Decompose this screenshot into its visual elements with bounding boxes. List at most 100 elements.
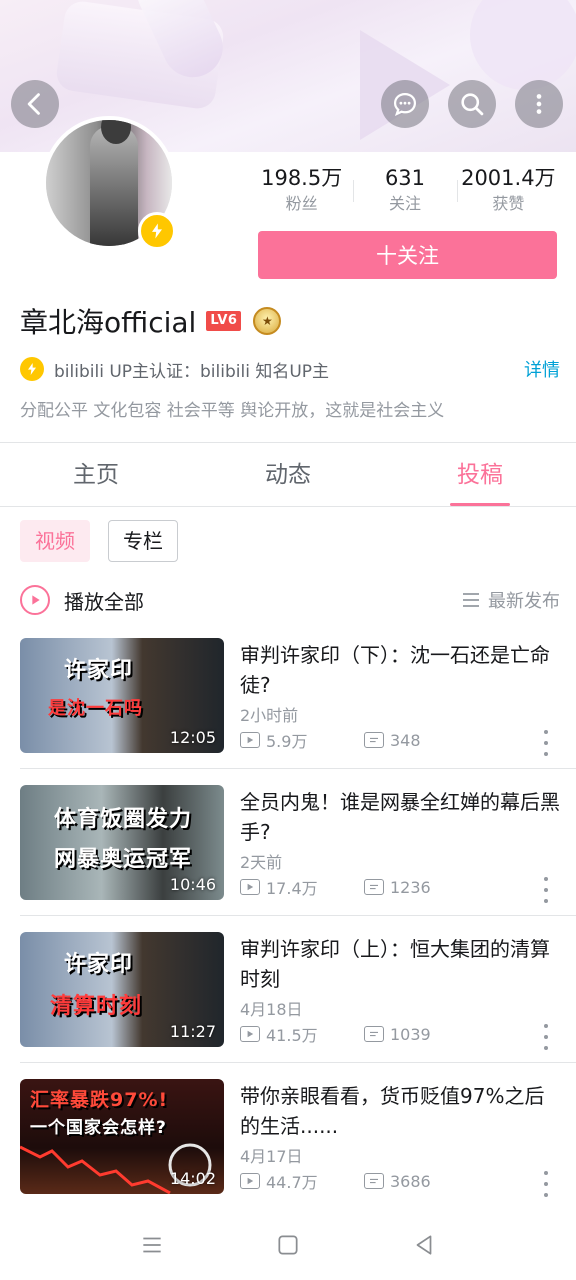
video-title[interactable]: 审判许家印（上）：恒大集团的清算时刻	[240, 934, 560, 994]
tab-dynamics[interactable]: 动态	[192, 444, 384, 506]
video-thumbnail[interactable]: 许家印 清算时刻 11:27	[20, 932, 224, 1047]
profile-tabs: 主页 动态 投稿	[0, 444, 576, 506]
stat-following[interactable]: 631 关注	[353, 164, 456, 220]
danmaku-count: 348	[390, 730, 421, 750]
thumbnail-caption: 是沈一石吗	[48, 698, 143, 719]
video-duration: 14:02	[169, 1169, 216, 1188]
chevron-left-icon	[27, 93, 40, 115]
video-date: 4月18日	[240, 1000, 303, 1019]
stat-likes[interactable]: 2001.4万 获赞	[456, 164, 560, 220]
bio: 分配公平 文化包容 社会平等 舆论开放，这就是社会主义	[20, 401, 445, 421]
list-header: 播放全部 最新发布	[20, 582, 560, 618]
play-all-icon[interactable]	[20, 585, 50, 615]
divider	[0, 506, 576, 507]
more-vertical-icon[interactable]	[536, 1171, 556, 1197]
search-icon	[461, 93, 484, 116]
video-duration: 10:46	[169, 875, 216, 894]
danmaku-count: 1039	[390, 1024, 431, 1044]
play-all-button[interactable]: 播放全部	[64, 586, 144, 615]
video-item[interactable]: 体育饭圈发力 网暴奥运冠军 10:46 全员内鬼！谁是网暴全红婵的幕后黑手? 2…	[0, 785, 576, 925]
search-button[interactable]	[448, 80, 496, 128]
video-item[interactable]: 许家印 是沈一石吗 12:05 审判许家印（下）：沈一石还是亡命徒? 2小时前 …	[0, 638, 576, 778]
divider	[20, 915, 576, 916]
thumbnail-caption: 体育饭圈发力	[54, 807, 193, 832]
video-meta: 17.4万 1236	[240, 875, 431, 899]
home-square-icon[interactable]	[275, 1232, 301, 1258]
verified-badge-icon	[138, 212, 176, 250]
video-title[interactable]: 全员内鬼！谁是网暴全红婵的幕后黑手?	[240, 787, 560, 847]
video-duration: 12:05	[169, 728, 216, 747]
tab-uploads[interactable]: 投稿	[384, 444, 576, 506]
thumbnail-caption: 一个国家会怎样?	[30, 1118, 167, 1138]
lightning-icon	[20, 357, 44, 381]
video-duration: 11:27	[169, 1022, 216, 1041]
thumbnail-caption: 许家印	[64, 658, 134, 683]
video-item[interactable]: 许家印 清算时刻 11:27 审判许家印（上）：恒大集团的清算时刻 4月18日 …	[0, 932, 576, 1072]
video-thumbnail[interactable]: 体育饭圈发力 网暴奥运冠军 10:46	[20, 785, 224, 900]
video-meta: 5.9万 348	[240, 728, 421, 752]
more-vertical-icon[interactable]	[536, 1024, 556, 1050]
chip-videos[interactable]: 视频	[20, 520, 90, 562]
menu-icon[interactable]	[139, 1232, 165, 1258]
content-type-chips: 视频 专栏	[20, 520, 178, 562]
video-title[interactable]: 审判许家印（下）：沈一石还是亡命徒?	[240, 640, 560, 700]
certification-text: bilibili UP主认证：bilibili 知名UP主	[54, 361, 330, 382]
danmaku-icon	[364, 1026, 384, 1042]
thumbnail-caption: 许家印	[64, 952, 134, 977]
more-button[interactable]	[515, 80, 563, 128]
banner-decoration	[470, 0, 576, 90]
video-title[interactable]: 带你亲眼看看，货币贬值97%之后的生活......	[240, 1081, 560, 1141]
danmaku-icon	[364, 732, 384, 748]
follow-button[interactable]: 十关注	[258, 231, 557, 279]
play-count-icon	[240, 1026, 260, 1042]
details-link[interactable]: 详情	[524, 356, 560, 382]
divider	[20, 768, 576, 769]
play-count-icon	[240, 732, 260, 748]
level-badge: LV6	[206, 311, 242, 331]
stat-value: 198.5万	[261, 166, 343, 190]
video-thumbnail[interactable]: 汇率暴跌97%! 一个国家会怎样? 14:02	[20, 1079, 224, 1194]
thumbnail-caption: 汇率暴跌97%!	[30, 1089, 169, 1111]
video-thumbnail[interactable]: 许家印 是沈一石吗 12:05	[20, 638, 224, 753]
stat-value: 2001.4万	[461, 166, 556, 190]
stat-fans[interactable]: 198.5万 粉丝	[250, 164, 353, 220]
more-vertical-icon[interactable]	[536, 877, 556, 903]
danmaku-count: 3686	[390, 1171, 431, 1191]
back-triangle-icon[interactable]	[411, 1232, 437, 1258]
stat-label: 关注	[388, 194, 421, 213]
message-button[interactable]	[381, 80, 429, 128]
play-count-icon	[240, 879, 260, 895]
video-meta: 44.7万 3686	[240, 1169, 431, 1193]
sort-button[interactable]: 最新发布	[462, 587, 560, 613]
stat-value: 631	[384, 166, 426, 190]
more-vertical-icon[interactable]	[536, 730, 556, 756]
video-item[interactable]: 汇率暴跌97%! 一个国家会怎样? 14:02 带你亲眼看看，货币贬值97%之后…	[0, 1079, 576, 1219]
message-icon	[393, 92, 417, 117]
tab-home[interactable]: 主页	[0, 444, 192, 506]
stat-label: 获赞	[492, 194, 525, 213]
view-count: 17.4万	[266, 879, 318, 898]
video-date: 2天前	[240, 853, 283, 872]
username: 章北海official	[20, 306, 197, 339]
more-vertical-icon	[536, 94, 542, 114]
danmaku-count: 1236	[390, 877, 431, 897]
system-navigation-bar	[0, 1210, 576, 1280]
chip-articles[interactable]: 专栏	[108, 520, 178, 562]
play-count-icon	[240, 1173, 260, 1189]
profile-stats: 198.5万 粉丝 631 关注 2001.4万 获赞	[250, 164, 560, 220]
divider	[0, 442, 576, 443]
stat-label: 粉丝	[285, 194, 318, 213]
view-count: 5.9万	[266, 732, 308, 751]
danmaku-icon	[364, 879, 384, 895]
video-meta: 41.5万 1039	[240, 1022, 431, 1046]
name-row: 章北海official LV6 ★	[20, 300, 282, 342]
thumbnail-caption: 清算时刻	[50, 994, 143, 1019]
certification-row: bilibili UP主认证：bilibili 知名UP主 详情	[20, 354, 560, 384]
divider	[20, 1062, 576, 1063]
video-date: 4月17日	[240, 1147, 303, 1166]
thumbnail-caption: 网暴奥运冠军	[54, 847, 193, 872]
view-count: 41.5万	[266, 1026, 318, 1045]
danmaku-icon	[364, 1173, 384, 1189]
medal-icon[interactable]: ★	[253, 307, 282, 335]
sort-label: 最新发布	[488, 591, 560, 612]
